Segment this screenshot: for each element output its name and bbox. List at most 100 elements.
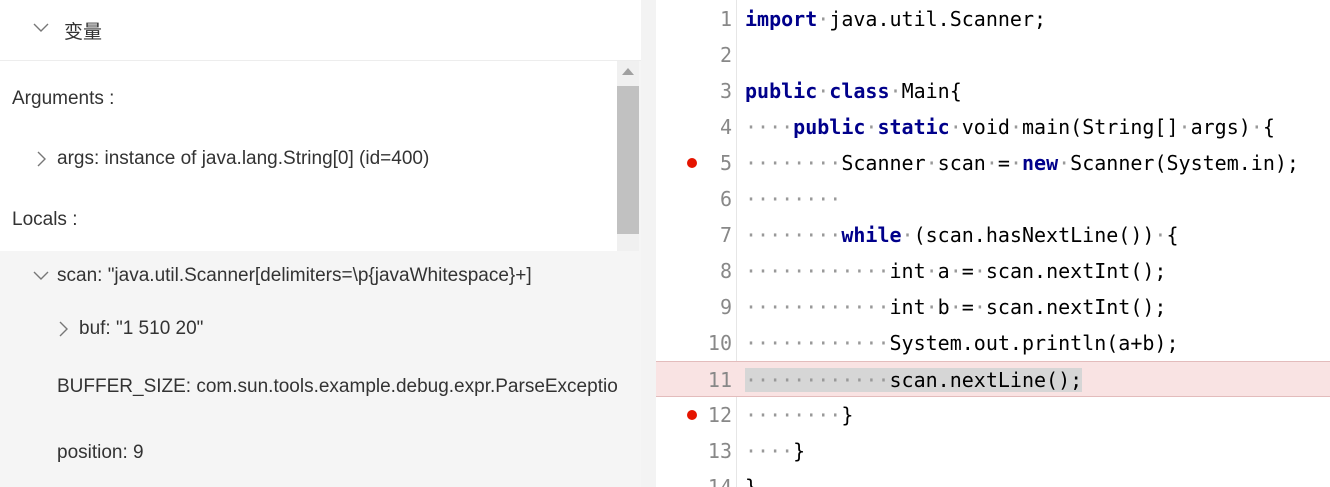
section-locals: Locals : [0, 192, 617, 248]
chevron-right-icon[interactable] [53, 319, 73, 339]
code-line-current[interactable]: 11 ············scan.nextLine(); [656, 361, 1330, 397]
code-text: public·class·Main{ [745, 73, 962, 109]
whitespace-marker: · [1178, 115, 1191, 139]
tree-item-args[interactable]: args: instance of java.lang.String[0] (i… [0, 131, 617, 187]
line-number: 2 [719, 43, 732, 67]
code-keyword: public [793, 115, 866, 139]
code-line[interactable]: 13 ····} [656, 433, 1330, 469]
line-number: 6 [719, 187, 732, 211]
line-number: 7 [719, 223, 732, 247]
variables-panel-title: 变量 [64, 21, 103, 43]
code-keyword: import [745, 7, 818, 31]
section-locals-label: Locals : [12, 209, 78, 230]
whitespace-marker: · [985, 151, 998, 175]
code-editor[interactable]: 1 import·java.util.Scanner; 2 3 public·class… [656, 0, 1330, 487]
variables-panel-header[interactable]: 变量 [0, 0, 641, 61]
code-line[interactable]: 9 ············int·b·=·scan.nextInt(); [656, 289, 1330, 325]
code-keyword: static [877, 115, 950, 139]
code-token: scan.nextInt(); [985, 295, 1167, 319]
code-keyword: class [829, 79, 890, 103]
code-line[interactable]: 12 ········} [656, 397, 1330, 433]
code-token: args) [1190, 115, 1251, 139]
panel-splitter[interactable] [641, 0, 656, 487]
code-token: scan.nextInt(); [985, 259, 1167, 283]
whitespace-marker: · [1009, 115, 1022, 139]
code-line[interactable]: 14} [656, 469, 1330, 487]
code-text: ············scan.nextLine(); [745, 362, 1083, 398]
line-number: 5 [719, 151, 732, 175]
code-keyword: while [841, 223, 902, 247]
whitespace-marker: · [973, 259, 986, 283]
code-token: Scanner(System.in); [1070, 151, 1299, 175]
selected-code: scan.nextLine(); [889, 368, 1083, 392]
tree-item-args-label: args: instance of java.lang.String[0] (i… [57, 148, 430, 169]
variables-panel: 变量 Arguments : args: instance of java.la… [0, 0, 641, 487]
code-token: } [841, 403, 854, 427]
selected-whitespace: ············ [745, 368, 890, 392]
whitespace-marker: ········ [745, 187, 842, 211]
whitespace-marker: · [949, 115, 962, 139]
code-keyword: public [745, 79, 818, 103]
line-number: 11 [707, 368, 732, 392]
whitespace-marker: · [925, 295, 938, 319]
chevron-right-icon[interactable] [31, 149, 51, 169]
chevron-down-icon[interactable] [31, 18, 51, 38]
code-token: = [961, 295, 974, 319]
tree-item-scan[interactable]: scan: "java.util.Scanner[delimiters=\p{j… [0, 251, 617, 301]
whitespace-marker: · [1154, 223, 1167, 247]
code-line[interactable]: 4 ····public·static·void·main(String[]·ar… [656, 109, 1330, 145]
line-number: 9 [719, 295, 732, 319]
code-keyword: new [1021, 151, 1059, 175]
code-text: ············int·a·=·scan.nextInt(); [745, 253, 1166, 289]
scrollbar-thumb[interactable] [617, 86, 639, 234]
whitespace-marker: ········ [745, 151, 842, 175]
code-text: ········while·(scan.hasNextLine())·{ [745, 217, 1179, 253]
code-token: = [961, 259, 974, 283]
code-line[interactable]: 8 ············int·a·=·scan.nextInt(); [656, 253, 1330, 289]
code-text: import·java.util.Scanner; [745, 1, 1046, 37]
code-text: ············System.out.println(a+b); [745, 325, 1178, 361]
code-text: } [745, 469, 757, 487]
code-text: ····} [745, 433, 805, 469]
line-number: 12 [707, 403, 732, 427]
code-text: ········Scanner·scan·=·new·Scanner(Syste… [745, 145, 1299, 181]
section-arguments-label: Arguments : [12, 88, 115, 109]
code-line[interactable]: 6 ········ [656, 181, 1330, 217]
whitespace-marker: ············ [745, 295, 890, 319]
line-number: 4 [719, 115, 732, 139]
whitespace-marker: ········ [745, 403, 842, 427]
chevron-down-icon[interactable] [31, 266, 51, 286]
code-token: { [1262, 115, 1275, 139]
tree-item-buffer-size[interactable]: BUFFER_SIZE: com.sun.tools.example.debug… [0, 356, 617, 418]
tree-item-buffer-size-label: BUFFER_SIZE: com.sun.tools.example.debug… [57, 376, 617, 397]
code-line[interactable]: 3 public·class·Main{ [656, 73, 1330, 109]
line-number: 13 [707, 439, 732, 463]
whitespace-marker: · [973, 295, 986, 319]
whitespace-marker: · [1250, 115, 1263, 139]
code-line[interactable]: 1 import·java.util.Scanner; [656, 1, 1330, 37]
tree-item-buf[interactable]: buf: "1 510 20" [0, 301, 617, 356]
whitespace-marker: · [901, 223, 914, 247]
code-line[interactable]: 10 ············System.out.println(a+b); [656, 325, 1330, 361]
code-token: = [997, 151, 1010, 175]
line-number: 1 [719, 7, 732, 31]
whitespace-marker: · [949, 295, 962, 319]
whitespace-marker: · [1009, 151, 1022, 175]
tree-item-position-label: position: 9 [57, 441, 144, 463]
code-token: System.out.println(a+b); [889, 331, 1179, 355]
line-number: 8 [719, 259, 732, 283]
whitespace-marker: ···· [745, 115, 794, 139]
tree-item-position[interactable]: position: 9 [0, 418, 617, 487]
code-line[interactable]: 2 [656, 37, 1330, 73]
code-line[interactable]: 7 ········while·(scan.hasNextLine())·{ [656, 217, 1330, 253]
code-token: void [961, 115, 1010, 139]
code-text: ····public·static·void·main(String[]·arg… [745, 109, 1275, 145]
code-token: Scanner [841, 151, 926, 175]
code-token: int [889, 259, 926, 283]
scroll-up-arrow-icon[interactable] [622, 68, 634, 75]
whitespace-marker: ···· [745, 439, 794, 463]
line-number: 3 [719, 79, 732, 103]
code-line[interactable]: 5 ········Scanner·scan·=·new·Scanner(Syst… [656, 145, 1330, 181]
whitespace-marker: ········ [745, 223, 842, 247]
whitespace-marker: · [817, 7, 830, 31]
